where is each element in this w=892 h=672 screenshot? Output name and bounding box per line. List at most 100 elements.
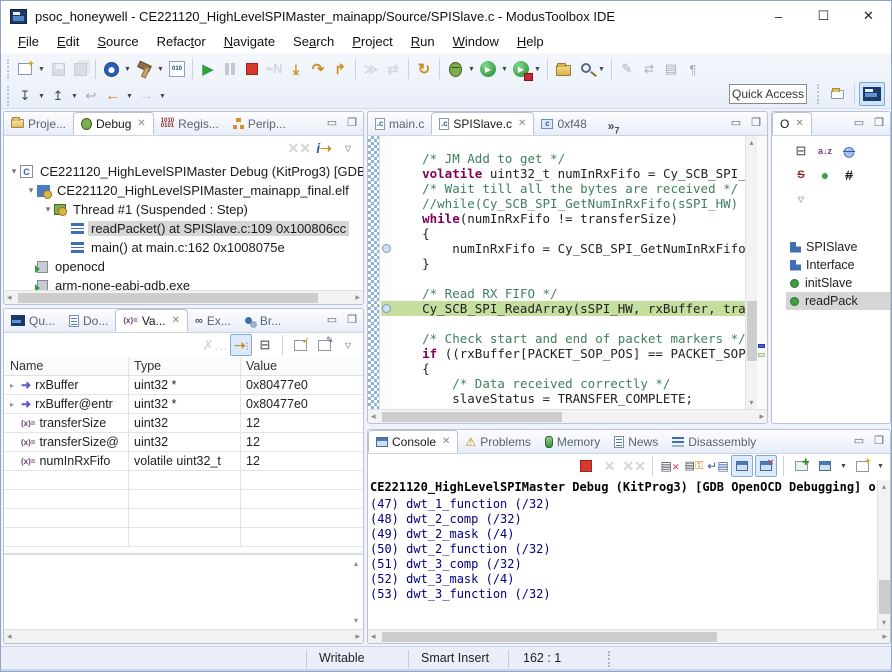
open-folder-icon[interactable] <box>552 58 574 80</box>
close-button[interactable]: ✕ <box>846 1 891 31</box>
variables-header[interactable]: NameTypeValue <box>4 357 363 376</box>
console-maximize-icon[interactable]: ❒ <box>872 434 886 447</box>
debug-tree-item[interactable]: readPacket() at SPISlave.c:109 0x100806c… <box>4 219 363 238</box>
outline-maximize-icon[interactable]: ❒ <box>872 116 886 129</box>
tab-close-icon[interactable]: ✕ <box>137 118 145 129</box>
editor-minimize-icon[interactable]: ▭ <box>729 116 743 129</box>
back-icon[interactable]: ← <box>102 85 124 107</box>
debug-config-gauge-icon[interactable] <box>100 58 122 80</box>
code-line[interactable]: { <box>392 361 745 376</box>
view-menu-icon[interactable]: ▽ <box>337 334 359 356</box>
debug-tab-perip[interactable]: Perip... <box>226 112 293 135</box>
prev-annotation-icon[interactable]: ↥ <box>47 85 69 107</box>
code-line[interactable]: while(numInRxFifo != transferSize) <box>392 211 745 226</box>
menu-source[interactable]: Source <box>88 32 147 52</box>
step-over-icon[interactable]: ↷ <box>307 58 329 80</box>
console-output[interactable]: CE221120_HighLevelSPIMaster Debug (KitPr… <box>370 480 876 629</box>
variables-tab-qu[interactable]: Qu... <box>4 309 62 332</box>
forward-dropdown-icon[interactable]: ▼ <box>157 85 168 107</box>
variables-tab-va[interactable]: (x)=Va...✕ <box>115 309 188 332</box>
show-stdout-icon[interactable] <box>731 455 753 477</box>
editor-tab-spislavec[interactable]: .cSPISlave.c✕ <box>431 112 534 135</box>
code-line[interactable]: /* Wait till all the bytes are received … <box>392 181 745 196</box>
display-console-icon[interactable] <box>814 455 836 477</box>
debug-tree-item[interactable]: ▾CCE221120_HighLevelSPIMaster Debug (Kit… <box>4 162 363 181</box>
column-type[interactable]: Type <box>129 357 241 375</box>
outline-item-readpack[interactable]: readPack <box>786 292 890 310</box>
editor-annotation-ruler[interactable] <box>368 136 380 409</box>
debug-tree-item[interactable]: openocd <box>4 257 363 276</box>
console-minimize-icon[interactable]: ▭ <box>852 434 866 447</box>
hide-non-public-icon[interactable]: ● <box>814 164 836 186</box>
outline-item-spislave[interactable]: SPISlave <box>786 238 890 256</box>
variable-row[interactable]: (x)=transferSizeuint3212 <box>4 414 363 433</box>
debug-tree-item[interactable]: ▾CE221120_HighLevelSPIMaster_mainapp_fin… <box>4 181 363 200</box>
scroll-lock-icon[interactable]: ▤⚿ <box>683 455 705 477</box>
debug-maximize-icon[interactable]: ❒ <box>345 116 359 129</box>
variable-row[interactable]: ▸➜rxBufferuint32 *0x80477e0 <box>4 376 363 395</box>
next-annotation-icon[interactable]: ↧ <box>14 85 36 107</box>
debug-tab-proje[interactable]: Proje... <box>4 112 73 135</box>
instruction-step-mode-icon[interactable]: i➝ <box>313 137 335 159</box>
editor-overview-ruler[interactable] <box>757 136 767 409</box>
pin-view-icon[interactable]: ✎ <box>313 334 335 356</box>
run-dropdown-icon[interactable]: ▼ <box>499 58 510 80</box>
back-dropdown-icon[interactable]: ▼ <box>124 85 135 107</box>
hide-macros-icon[interactable]: # <box>838 164 860 186</box>
code-line[interactable]: { <box>392 226 745 241</box>
code-line[interactable] <box>392 136 745 151</box>
tab-close-icon[interactable]: ✕ <box>442 436 450 447</box>
open-perspective-button[interactable] <box>824 82 850 106</box>
variables-tab-br[interactable]: Br... <box>238 309 288 332</box>
run-tool-dropdown-icon[interactable]: ▼ <box>532 58 543 80</box>
modustoolbox-perspective-button[interactable] <box>859 82 885 106</box>
variable-detail-pane[interactable]: ▴ ▾ <box>4 553 363 629</box>
variables-panel-hscrollbar[interactable]: ◂ ▸ <box>4 629 363 643</box>
console-tab-console[interactable]: Console✕ <box>368 430 458 453</box>
menu-search[interactable]: Search <box>284 32 343 52</box>
code-line[interactable]: slaveStatus = TRANSFER_COMPLETE; <box>392 391 745 406</box>
variables-maximize-icon[interactable]: ❒ <box>345 313 359 326</box>
code-line[interactable] <box>392 271 745 286</box>
code-line[interactable]: volatile uint32_t numInRxFifo = Cy_SCB_S… <box>392 166 745 181</box>
expander-icon[interactable]: ▸ <box>10 381 21 390</box>
breakpoint-icon[interactable] <box>382 304 391 313</box>
new-wizard-icon[interactable]: ✦ <box>14 58 36 80</box>
restart-icon[interactable]: ↻ <box>413 58 435 80</box>
clear-console-icon[interactable]: ▤✕ <box>659 455 681 477</box>
debug-tab-debug[interactable]: Debug✕ <box>73 112 154 135</box>
binary-icon[interactable]: 010 <box>166 58 188 80</box>
outline-item-interface[interactable]: Interface <box>786 256 890 274</box>
variables-tab-do[interactable]: Do... <box>62 309 115 332</box>
quick-access-box[interactable]: Quick Access <box>729 84 807 104</box>
resume-icon[interactable]: ▶ <box>197 58 219 80</box>
debug-minimize-icon[interactable]: ▭ <box>325 116 339 129</box>
search-flashlight-dropdown-icon[interactable]: ▼ <box>596 58 607 80</box>
debug-config-gauge-dropdown-icon[interactable]: ▼ <box>122 58 133 80</box>
console-hscrollbar[interactable]: ◂ ▸ <box>368 629 890 643</box>
editor-maximize-icon[interactable]: ❒ <box>749 116 763 129</box>
code-line[interactable] <box>392 316 745 331</box>
run-tool-icon[interactable]: ▶ <box>510 58 532 80</box>
editor-tab-mainc[interactable]: .cmain.c <box>368 112 431 135</box>
sort-az-icon[interactable]: a↓z <box>814 140 836 162</box>
variable-row[interactable]: (x)=transferSize@uint3212 <box>4 433 363 452</box>
step-into-icon[interactable]: ⤓ <box>285 58 307 80</box>
view-menu-icon[interactable]: ▽ <box>337 137 359 159</box>
maximize-button[interactable]: ☐ <box>801 1 846 31</box>
expander-icon[interactable]: ▾ <box>8 166 20 177</box>
collapse-all-icon[interactable]: ⊟ <box>254 334 276 356</box>
console-tab-memory[interactable]: Memory <box>538 430 607 453</box>
new-wizard-dropdown-icon[interactable]: ▼ <box>36 58 47 80</box>
editor-hscrollbar[interactable]: ◂ ▸ <box>368 409 767 423</box>
build-hammer-dropdown-icon[interactable]: ▼ <box>155 58 166 80</box>
console-vscrollbar[interactable]: ▴ ▾ <box>877 480 890 629</box>
debug-panel-hscrollbar[interactable]: ◂ ▸ <box>4 290 363 304</box>
console-tab-disassembly[interactable]: Disassembly <box>665 430 763 453</box>
expander-icon[interactable]: ▸ <box>10 400 21 409</box>
editor-tab-overflow[interactable]: »7 <box>608 119 620 135</box>
menu-help[interactable]: Help <box>508 32 553 52</box>
next-annotation-dropdown-icon[interactable]: ▼ <box>36 85 47 107</box>
menu-window[interactable]: Window <box>444 32 508 52</box>
code-line[interactable]: /* JM Add to get */ <box>392 151 745 166</box>
